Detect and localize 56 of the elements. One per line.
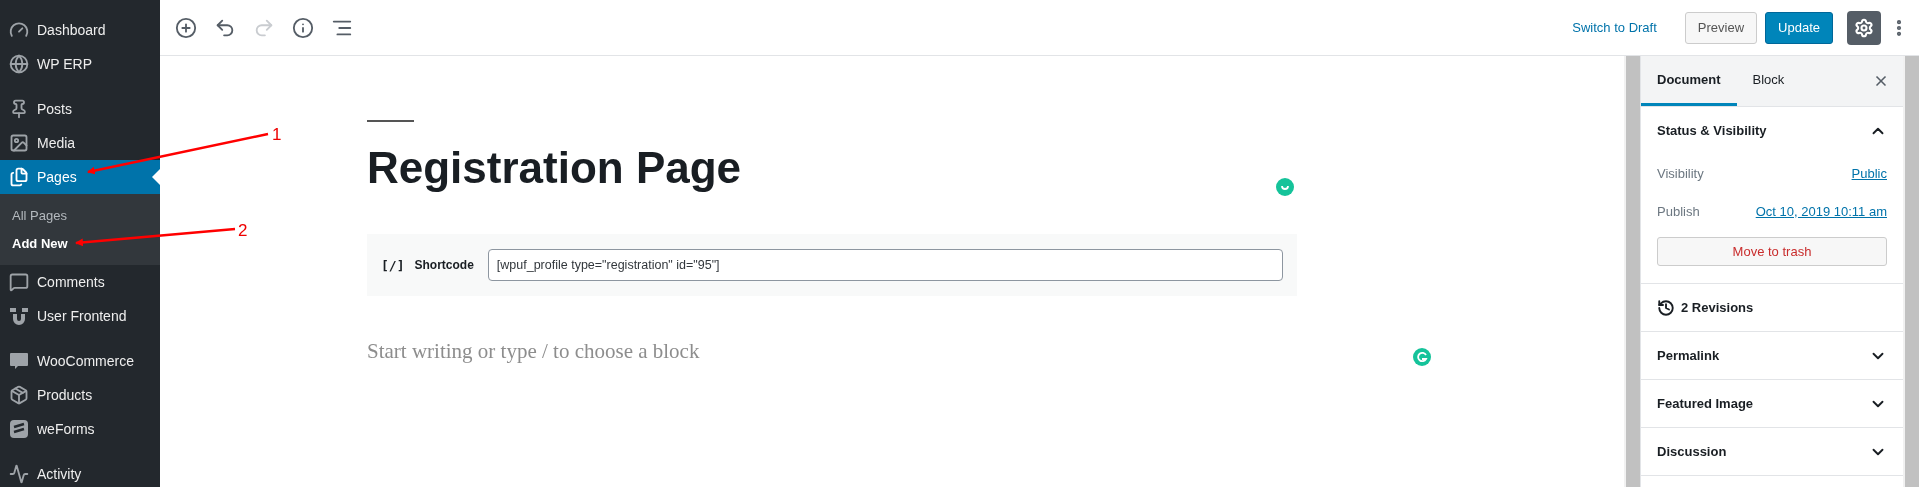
submenu-item[interactable]: Add New (0, 229, 160, 257)
scrollbar[interactable] (1903, 56, 1919, 487)
pin-icon (9, 99, 29, 119)
move-to-trash-button[interactable]: Move to trash (1657, 237, 1887, 266)
annotation-number: 2 (238, 221, 248, 240)
sidebar-item[interactable]: WooCommerce (0, 344, 160, 378)
sidebar-item[interactable]: Media (0, 126, 160, 160)
field-label: Publish (1657, 203, 1700, 219)
box-icon (9, 385, 29, 405)
activity-icon (9, 464, 29, 484)
circle-badge-icon (1413, 348, 1431, 366)
u-shape-icon (9, 306, 29, 326)
sidebar-item[interactable]: WP ERP (0, 47, 160, 81)
pages-icon (9, 167, 29, 187)
switch-to-draft-link[interactable]: Switch to Draft (1568, 16, 1661, 39)
settings-button[interactable] (1847, 10, 1881, 45)
submenu-item[interactable]: All Pages (0, 201, 160, 229)
update-button[interactable]: Update (1765, 11, 1833, 44)
field-link[interactable]: Public (1851, 165, 1887, 181)
sidebar-item[interactable]: Products (0, 378, 160, 412)
dashboard-icon (9, 20, 29, 40)
sidebar-item[interactable]: Posts (0, 92, 160, 126)
panel-tab[interactable]: Block (1736, 56, 1801, 106)
sidebar-item[interactable]: Dashboard (0, 13, 160, 47)
section-header[interactable]: Featured Image (1657, 380, 1887, 427)
globe-icon (9, 54, 29, 74)
annotation-number: 1 (272, 125, 282, 144)
pointer-notch (152, 169, 160, 185)
section-header[interactable]: Status & Visibility (1657, 107, 1887, 154)
revisions-link[interactable]: 2 Revisions (1657, 284, 1754, 331)
form-icon (9, 419, 29, 439)
speech-bubble-icon (9, 352, 29, 370)
preview-button[interactable]: Preview (1684, 11, 1758, 44)
section-header[interactable]: Permalink (1657, 332, 1887, 379)
block-label: Shortcode (414, 258, 474, 272)
sidebar-item[interactable]: User Frontend (0, 299, 160, 333)
field-label: Visibility (1657, 165, 1704, 181)
field-link[interactable]: Oct 10, 2019 10:11 am (1755, 203, 1887, 219)
add-block-button[interactable] (174, 15, 198, 40)
post-title[interactable]: Registration Page (367, 142, 1624, 194)
shortcode-field[interactable]: [wpuf_profile type="registration" id="95"] (487, 249, 1283, 281)
shortcode-icon: [/] (381, 257, 405, 273)
info-button[interactable] (291, 15, 315, 40)
section-header[interactable]: Discussion (1657, 428, 1887, 475)
sidebar-item[interactable]: weForms (0, 412, 160, 446)
sidebar-item[interactable]: Activity (0, 457, 160, 487)
media-icon (9, 133, 29, 153)
history-icon (1657, 298, 1675, 317)
circle-badge-icon (1276, 178, 1294, 196)
sidebar-item[interactable]: Pages (0, 160, 160, 194)
panel-tab[interactable]: Document (1641, 56, 1737, 106)
close-icon (1873, 73, 1889, 89)
scrollbar[interactable] (1624, 56, 1640, 487)
gear-icon (1854, 17, 1874, 38)
sidebar-item[interactable]: Comments (0, 265, 160, 299)
comment-icon (9, 272, 29, 292)
